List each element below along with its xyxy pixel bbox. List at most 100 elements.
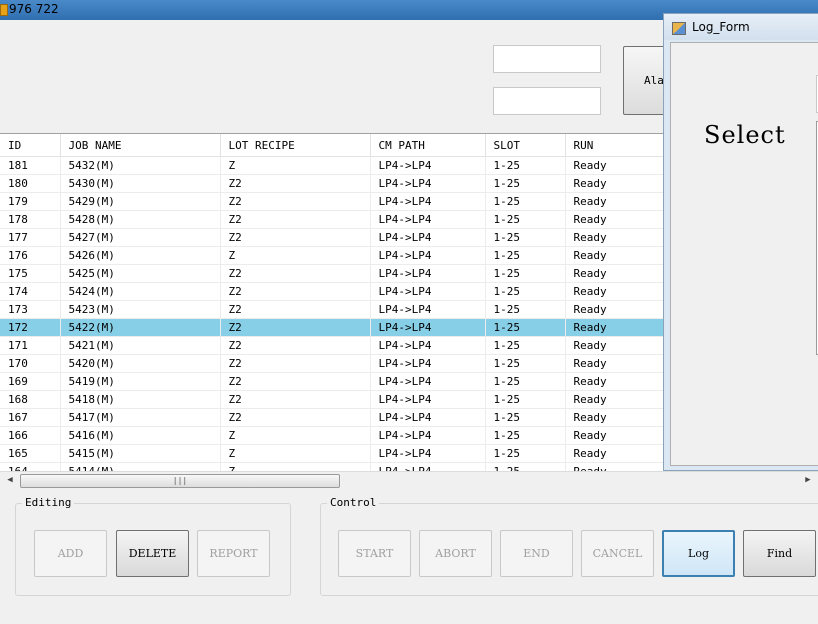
cell-lot-recipe: Z2	[220, 174, 371, 193]
cell-slot: 1-25	[485, 336, 566, 355]
cell-slot: 1-25	[485, 282, 566, 301]
cell-cm-path: LP4->LP4	[370, 390, 486, 409]
table-row[interactable]: 165 5415(M) Z LP4->LP4 1-25 Ready	[0, 444, 665, 463]
top-text-box-1[interactable]	[493, 45, 601, 73]
table-row[interactable]: 166 5416(M) Z LP4->LP4 1-25 Ready	[0, 426, 665, 445]
log-form-title: Log_Form	[692, 20, 750, 34]
log-button[interactable]: Log	[662, 530, 735, 577]
cell-lot-recipe: Z	[220, 426, 371, 445]
cell-run: Ready	[565, 300, 665, 319]
table-row[interactable]: 179 5429(M) Z2 LP4->LP4 1-25 Ready	[0, 192, 665, 211]
control-group: Control START ABORT END CANCEL Log Find	[320, 496, 818, 596]
table-row[interactable]: 177 5427(M) Z2 LP4->LP4 1-25 Ready	[0, 228, 665, 247]
cell-job-name: 5432(M)	[60, 156, 221, 175]
cell-run: Ready	[565, 246, 665, 265]
cell-run: Ready	[565, 228, 665, 247]
table-row[interactable]: 167 5417(M) Z2 LP4->LP4 1-25 Ready	[0, 408, 665, 427]
table-row[interactable]: 170 5420(M) Z2 LP4->LP4 1-25 Ready	[0, 354, 665, 373]
column-header-lot-recipe[interactable]: LOT RECIPE	[220, 134, 371, 157]
cell-id: 171	[0, 336, 61, 355]
cell-run: Ready	[565, 336, 665, 355]
cell-slot: 1-25	[485, 228, 566, 247]
table-row[interactable]: 173 5423(M) Z2 LP4->LP4 1-25 Ready	[0, 300, 665, 319]
cell-slot: 1-25	[485, 192, 566, 211]
table-row[interactable]: 172 5422(M) Z2 LP4->LP4 1-25 Ready	[0, 318, 665, 337]
cell-cm-path: LP4->LP4	[370, 336, 486, 355]
cell-id: 173	[0, 300, 61, 319]
log-form-title-bar[interactable]: Log_Form	[664, 14, 818, 40]
cell-job-name: 5428(M)	[60, 210, 221, 229]
cell-job-name: 5427(M)	[60, 228, 221, 247]
cell-slot: 1-25	[485, 318, 566, 337]
find-button[interactable]: Find	[743, 530, 816, 577]
cell-id: 174	[0, 282, 61, 301]
table-row[interactable]: 174 5424(M) Z2 LP4->LP4 1-25 Ready	[0, 282, 665, 301]
log-form-client: Select	[670, 42, 818, 466]
log-form-window[interactable]: Log_Form Select	[663, 13, 818, 471]
column-header-job-name[interactable]: JOB NAME	[60, 134, 221, 157]
cell-run: Ready	[565, 318, 665, 337]
cell-id: 166	[0, 426, 61, 445]
table-row[interactable]: 169 5419(M) Z2 LP4->LP4 1-25 Ready	[0, 372, 665, 391]
table-row[interactable]: 180 5430(M) Z2 LP4->LP4 1-25 Ready	[0, 174, 665, 193]
top-text-box-2[interactable]	[493, 87, 601, 115]
cell-slot: 1-25	[485, 372, 566, 391]
column-header-id[interactable]: ID	[0, 134, 61, 157]
editing-legend: Editing	[22, 496, 75, 509]
cell-job-name: 5429(M)	[60, 192, 221, 211]
grid-header-row: ID JOB NAME LOT RECIPE CM PATH SLOT RUN	[0, 134, 665, 157]
cell-cm-path: LP4->LP4	[370, 300, 486, 319]
delete-button[interactable]: DELETE	[116, 530, 189, 577]
cell-cm-path: LP4->LP4	[370, 192, 486, 211]
table-row[interactable]: 176 5426(M) Z LP4->LP4 1-25 Ready	[0, 246, 665, 265]
cell-job-name: 5425(M)	[60, 264, 221, 283]
cell-slot: 1-25	[485, 444, 566, 463]
select-label: Select	[704, 121, 786, 149]
cell-id: 175	[0, 264, 61, 283]
cell-lot-recipe: Z2	[220, 192, 371, 211]
cell-run: Ready	[565, 192, 665, 211]
cell-slot: 1-25	[485, 408, 566, 427]
cell-run: Ready	[565, 426, 665, 445]
control-legend: Control	[327, 496, 380, 509]
cell-cm-path: LP4->LP4	[370, 318, 486, 337]
cell-run: Ready	[565, 354, 665, 373]
cell-job-name: 5417(M)	[60, 408, 221, 427]
cell-cm-path: LP4->LP4	[370, 156, 486, 175]
column-header-run[interactable]: RUN	[565, 134, 665, 157]
start-button[interactable]: START	[338, 530, 411, 577]
cancel-button[interactable]: CANCEL	[581, 530, 654, 577]
scroll-right-icon[interactable]: ▶	[801, 473, 815, 487]
cell-cm-path: LP4->LP4	[370, 210, 486, 229]
horizontal-scrollbar[interactable]: ◀ ||| ▶	[0, 471, 818, 489]
cell-lot-recipe: Z	[220, 156, 371, 175]
scrollbar-thumb[interactable]: |||	[20, 474, 340, 488]
abort-button[interactable]: ABORT	[419, 530, 492, 577]
cell-lot-recipe: Z2	[220, 408, 371, 427]
table-row[interactable]: 178 5428(M) Z2 LP4->LP4 1-25 Ready	[0, 210, 665, 229]
scroll-left-icon[interactable]: ◀	[3, 473, 17, 487]
cell-run: Ready	[565, 390, 665, 409]
table-row[interactable]: 175 5425(M) Z2 LP4->LP4 1-25 Ready	[0, 264, 665, 283]
cell-lot-recipe: Z2	[220, 318, 371, 337]
cell-run: Ready	[565, 408, 665, 427]
cell-id: 167	[0, 408, 61, 427]
cell-lot-recipe: Z2	[220, 354, 371, 373]
cell-lot-recipe: Z2	[220, 282, 371, 301]
table-row[interactable]: 168 5418(M) Z2 LP4->LP4 1-25 Ready	[0, 390, 665, 409]
column-header-cm-path[interactable]: CM PATH	[370, 134, 486, 157]
job-grid[interactable]: ID JOB NAME LOT RECIPE CM PATH SLOT RUN …	[0, 133, 665, 472]
column-header-slot[interactable]: SLOT	[485, 134, 566, 157]
cell-id: 170	[0, 354, 61, 373]
cell-id: 181	[0, 156, 61, 175]
add-button[interactable]: ADD	[34, 530, 107, 577]
end-button[interactable]: END	[500, 530, 573, 577]
cell-run: Ready	[565, 282, 665, 301]
table-row[interactable]: 171 5421(M) Z2 LP4->LP4 1-25 Ready	[0, 336, 665, 355]
cell-slot: 1-25	[485, 156, 566, 175]
table-row[interactable]: 181 5432(M) Z LP4->LP4 1-25 Ready	[0, 156, 665, 175]
cell-run: Ready	[565, 210, 665, 229]
cell-job-name: 5423(M)	[60, 300, 221, 319]
report-button[interactable]: REPORT	[197, 530, 270, 577]
cell-cm-path: LP4->LP4	[370, 228, 486, 247]
